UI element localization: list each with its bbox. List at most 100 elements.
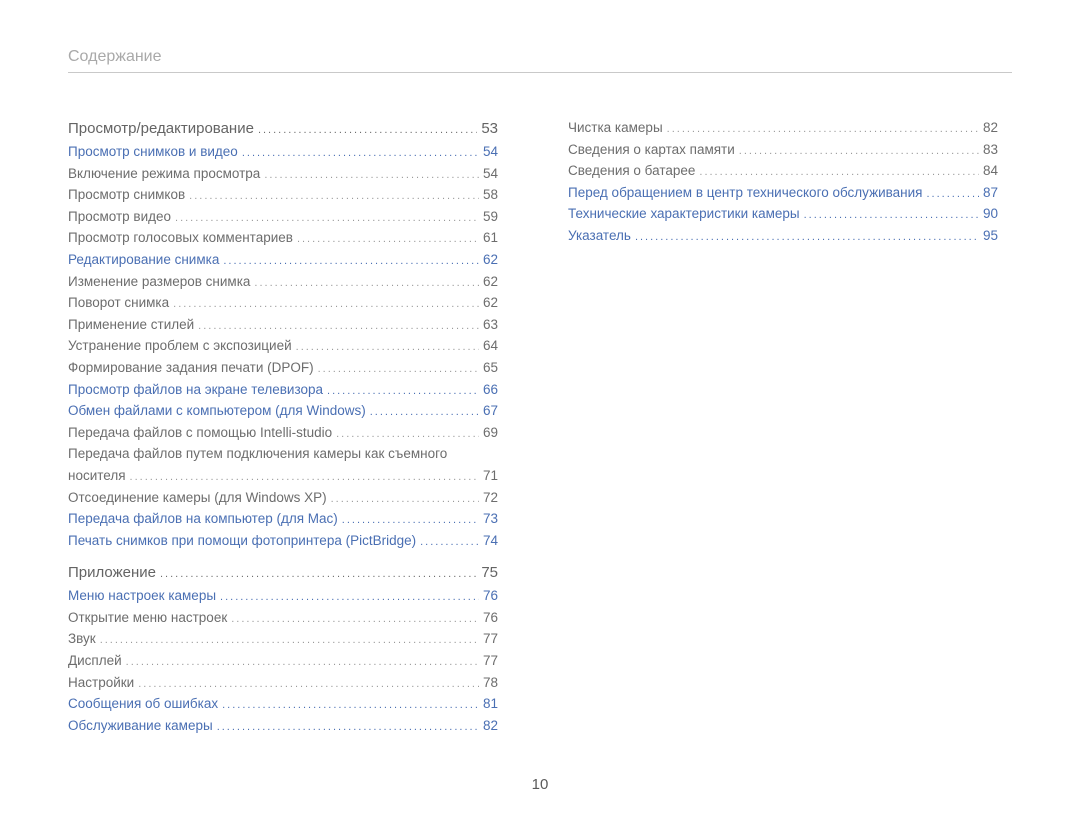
toc-page: 78 — [483, 672, 498, 694]
toc-label: Отсоединение камеры (для Windows XP) — [68, 487, 327, 509]
toc-entry: Устранение проблем с экспозицией64 — [68, 335, 498, 357]
toc-page: 77 — [483, 650, 498, 672]
toc-label: Передача файлов путем подключения камеры… — [68, 443, 447, 465]
toc-page: 62 — [483, 271, 498, 293]
toc-leader — [327, 379, 479, 401]
page-number: 10 — [0, 776, 1080, 793]
toc-leader — [100, 628, 479, 650]
toc-leader — [336, 422, 479, 444]
toc-leader — [175, 206, 479, 228]
toc-entry[interactable]: Обмен файлами с компьютером (для Windows… — [68, 400, 498, 422]
toc-leader — [635, 225, 979, 247]
toc-page: 66 — [483, 379, 498, 401]
toc-label: Просмотр видео — [68, 206, 171, 228]
toc-label: Настройки — [68, 672, 134, 694]
toc-leader — [420, 530, 479, 552]
toc-label: Редактирование снимка — [68, 249, 219, 271]
toc-leader — [370, 400, 479, 422]
toc-leader — [242, 141, 479, 163]
toc-label: Просмотр/редактирование — [68, 117, 254, 141]
toc-leader — [173, 292, 479, 314]
toc-entry: Открытие меню настроек76 — [68, 607, 498, 629]
toc-leader — [220, 585, 479, 607]
toc-label: Просмотр снимков и видео — [68, 141, 238, 163]
toc-page: 61 — [483, 227, 498, 249]
toc-page: 62 — [483, 249, 498, 271]
toc-page: 59 — [483, 206, 498, 228]
toc-page: 75 — [481, 561, 498, 585]
toc-entry: Передача файлов с помощью Intelli-studio… — [68, 422, 498, 444]
toc-label: Формирование задания печати (DPOF) — [68, 357, 314, 379]
toc-entry[interactable]: Меню настроек камеры 76 — [68, 585, 498, 607]
toc-leader — [254, 271, 479, 293]
toc-page: 83 — [983, 139, 998, 161]
toc-leader — [342, 508, 479, 530]
toc-leader — [198, 314, 479, 336]
toc-label: Поворот снимка — [68, 292, 169, 314]
toc-entry-line2: носителя71 — [68, 465, 498, 487]
toc-leader — [258, 117, 477, 141]
toc-page: 87 — [983, 182, 998, 204]
toc-entry: Изменение размеров снимка62 — [68, 271, 498, 293]
toc-leader — [160, 561, 477, 585]
toc-page: 82 — [983, 117, 998, 139]
toc-leader — [804, 203, 979, 225]
toc-leader — [331, 487, 479, 509]
toc-label: Печать снимков при помощи фотопринтера (… — [68, 530, 416, 552]
toc-leader — [223, 249, 479, 271]
toc-entry[interactable]: Печать снимков при помощи фотопринтера (… — [68, 530, 498, 552]
toc-entry: Настройки 78 — [68, 672, 498, 694]
toc-page: 63 — [483, 314, 498, 336]
toc-page: 73 — [483, 508, 498, 530]
toc-leader — [699, 160, 979, 182]
toc-label: Просмотр голосовых комментариев — [68, 227, 293, 249]
toc-label: Сообщения об ошибках — [68, 693, 218, 715]
toc-label: Устранение проблем с экспозицией — [68, 335, 292, 357]
toc-leader — [130, 465, 479, 487]
toc-label: Меню настроек камеры — [68, 585, 216, 607]
toc-entry[interactable]: Перед обращением в центр технического об… — [568, 182, 998, 204]
toc-entry: Звук77 — [68, 628, 498, 650]
toc-leader — [297, 227, 479, 249]
toc-page: 65 — [483, 357, 498, 379]
toc-label: Обмен файлами с компьютером (для Windows… — [68, 400, 366, 422]
toc-leader — [926, 182, 978, 204]
toc-page: 53 — [481, 117, 498, 141]
toc-page: 77 — [483, 628, 498, 650]
toc-entry[interactable]: Технические характеристики камеры90 — [568, 203, 998, 225]
toc-leader — [138, 672, 479, 694]
toc-entry: Просмотр снимков58 — [68, 184, 498, 206]
toc-page: 81 — [483, 693, 498, 715]
toc-label: Сведения о батарее — [568, 160, 695, 182]
toc-entry[interactable]: Просмотр файлов на экране телевизора66 — [68, 379, 498, 401]
toc-page: 69 — [483, 422, 498, 444]
toc-entry[interactable]: Указатель95 — [568, 225, 998, 247]
toc-columns: Просмотр/редактирование53Просмотр снимко… — [68, 117, 1012, 736]
toc-entry[interactable]: Обслуживание камеры 82 — [68, 715, 498, 737]
toc-page: 95 — [983, 225, 998, 247]
toc-leader — [231, 607, 479, 629]
toc-label: Просмотр снимков — [68, 184, 185, 206]
toc-label: Обслуживание камеры — [68, 715, 213, 737]
toc-leader — [739, 139, 979, 161]
toc-entry: Просмотр голосовых комментариев 61 — [68, 227, 498, 249]
toc-label: Приложение — [68, 561, 156, 585]
toc-leader — [667, 117, 979, 139]
toc-entry: Просмотр видео 59 — [68, 206, 498, 228]
toc-leader — [189, 184, 479, 206]
toc-page: 67 — [483, 400, 498, 422]
toc-entry: Сведения о батарее84 — [568, 160, 998, 182]
toc-page: 82 — [483, 715, 498, 737]
toc-entry: Дисплей77 — [68, 650, 498, 672]
toc-label: Передача файлов на компьютер (для Mac) — [68, 508, 338, 530]
toc-label: Открытие меню настроек — [68, 607, 227, 629]
toc-page: 76 — [483, 585, 498, 607]
toc-entry[interactable]: Редактирование снимка 62 — [68, 249, 498, 271]
toc-page: 72 — [483, 487, 498, 509]
toc-label: Перед обращением в центр технического об… — [568, 182, 922, 204]
toc-entry[interactable]: Передача файлов на компьютер (для Mac) 73 — [68, 508, 498, 530]
toc-leader — [264, 163, 479, 185]
toc-entry[interactable]: Просмотр снимков и видео54 — [68, 141, 498, 163]
toc-entry[interactable]: Сообщения об ошибках 81 — [68, 693, 498, 715]
toc-column-left: Просмотр/редактирование53Просмотр снимко… — [68, 117, 498, 736]
